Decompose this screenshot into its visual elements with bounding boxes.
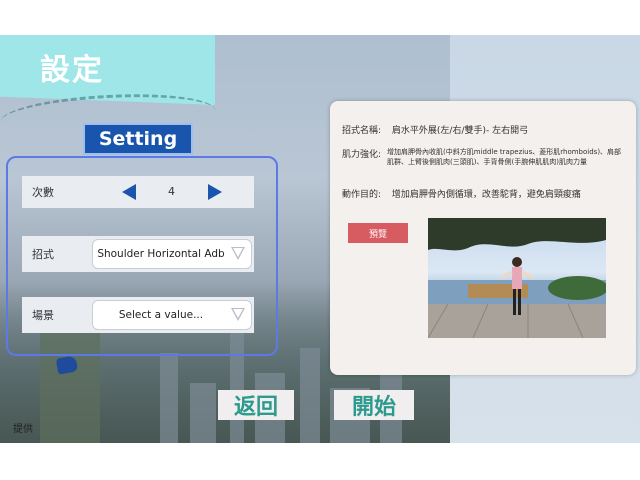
right-arrow-icon[interactable] [208, 184, 222, 200]
scene-select[interactable]: Select a value... [92, 300, 252, 330]
setting-heading-button[interactable]: Setting [83, 123, 193, 155]
muscle-key: 肌力強化: [342, 150, 382, 160]
dropdown-caret-icon [231, 308, 245, 321]
exercise-name-line: 招式名稱: 肩水平外展(左/右/雙手)- 左右開弓 [342, 123, 528, 136]
scene-row: 場景 Select a value... [22, 297, 254, 333]
scene-label: 場景 [32, 309, 54, 322]
credit-text: 提供 [13, 424, 33, 435]
exercise-select-value: Shoulder Horizontal Adb [97, 247, 225, 260]
muscle-line: 肌力強化: 增加肩胛骨內收肌(中斜方肌middle trapezius、菱形肌r… [342, 147, 622, 167]
count-value: 4 [168, 185, 175, 198]
dropdown-caret-icon [231, 247, 245, 260]
exercise-photo-illustration [428, 218, 606, 338]
building [160, 353, 178, 443]
building [300, 348, 320, 443]
exercise-name-value: 肩水平外展(左/右/雙手)- 左右開弓 [391, 126, 529, 136]
back-button[interactable]: 返回 [218, 390, 294, 420]
purpose-value: 增加肩胛骨內側循環，改善駝背，避免肩頸痠痛 [391, 190, 581, 200]
exercise-row: 招式 Shoulder Horizontal Adb [22, 236, 254, 272]
exercise-preview-image [428, 218, 606, 338]
exercise-select[interactable]: Shoulder Horizontal Adb [92, 239, 252, 269]
scene-select-value: Select a value... [118, 308, 204, 321]
exercise-name-key: 招式名稱: [342, 126, 382, 136]
left-arrow-icon[interactable] [122, 184, 136, 200]
count-label: 次數 [32, 186, 54, 199]
background-scene: 設定 Setting 次數 4 招式 Shoulder Horizontal A… [0, 35, 640, 443]
exercise-label: 招式 [32, 248, 54, 261]
building [190, 383, 216, 443]
exercise-info-card: 招式名稱: 肩水平外展(左/右/雙手)- 左右開弓 肌力強化: 增加肩胛骨內收肌… [330, 101, 636, 375]
preview-button[interactable]: 預覽 [348, 223, 408, 243]
muscle-value: 增加肩胛骨內收肌(中斜方肌middle trapezius、菱形肌rhomboi… [387, 148, 622, 166]
count-row: 次數 4 [22, 176, 254, 208]
purpose-key: 動作目的: [342, 190, 382, 200]
start-button[interactable]: 開始 [334, 390, 414, 420]
page-title: 設定 [40, 53, 104, 88]
purpose-line: 動作目的: 增加肩胛骨內側循環，改善駝背，避免肩頸痠痛 [342, 187, 581, 200]
